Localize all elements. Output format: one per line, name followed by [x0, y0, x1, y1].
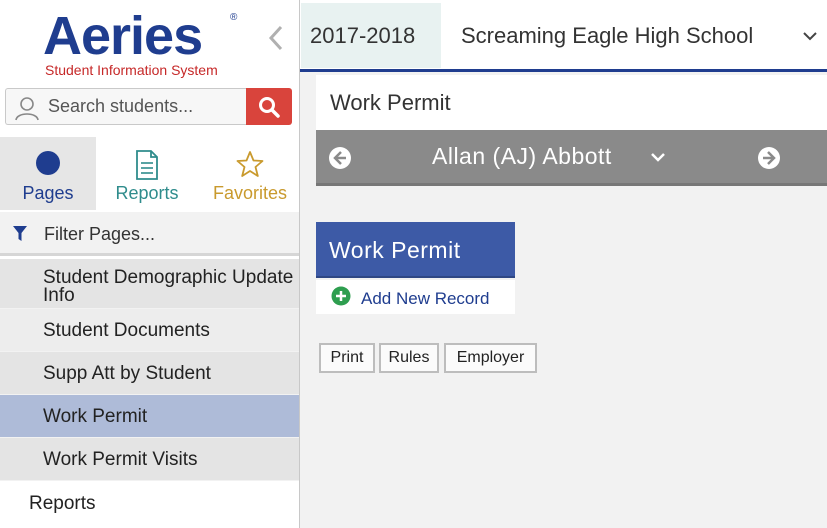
school-select[interactable]: Screaming Eagle High School — [461, 3, 827, 68]
top-bar: 2017-2018 Screaming Eagle High School — [300, 0, 827, 72]
funnel-icon — [13, 226, 27, 241]
employer-button[interactable]: Employer — [444, 343, 537, 373]
page-header: Work Permit — [316, 75, 827, 130]
search-icon — [259, 97, 280, 118]
tab-favorites-label: Favorites — [212, 183, 288, 203]
student-name[interactable]: Allan (AJ) Abbott — [432, 143, 612, 170]
collapse-sidebar-button[interactable] — [265, 22, 289, 54]
tab-reports-label: Reports — [115, 183, 179, 203]
nav-tabs: Pages Reports Favorites — [0, 137, 299, 210]
school-year-select[interactable]: 2017-2018 — [301, 3, 441, 68]
page-item-student-demographic-update-info[interactable]: Student Demographic Update Info — [0, 259, 299, 309]
filter-pages — [0, 212, 299, 256]
page-item-student-documents[interactable]: Student Documents — [0, 309, 299, 352]
star-icon — [236, 151, 264, 177]
logo: Aeries ® Student Information System — [0, 0, 299, 84]
previous-student-icon[interactable] — [328, 146, 352, 170]
sidebar: Aeries ® Student Information System Page… — [0, 0, 300, 528]
page-item-supp-att-by-student[interactable]: Supp Att by Student — [0, 352, 299, 395]
sidebar-item-reports[interactable]: Reports — [0, 481, 299, 528]
plus-circle-icon — [331, 286, 351, 306]
tab-pages-label: Pages — [22, 183, 74, 203]
chevron-down-icon[interactable] — [650, 152, 666, 164]
add-new-record-button[interactable]: Add New Record — [316, 280, 515, 314]
page-title: Work Permit — [330, 90, 451, 115]
school-name: Screaming Eagle High School — [461, 23, 754, 48]
logo-registered-mark: ® — [230, 12, 238, 23]
chevron-left-icon — [268, 25, 283, 51]
user-icon — [15, 97, 39, 121]
search-box — [5, 88, 246, 125]
circle-icon — [36, 151, 60, 175]
filter-pages-input[interactable] — [44, 212, 284, 256]
rules-button[interactable]: Rules — [379, 343, 439, 373]
tab-reports[interactable]: Reports — [98, 137, 196, 210]
search-input[interactable] — [48, 89, 243, 124]
search-button[interactable] — [246, 88, 292, 125]
student-navigation-bar: Allan (AJ) Abbott — [316, 130, 827, 186]
section-title: Work Permit — [329, 237, 461, 263]
document-icon — [136, 150, 158, 180]
tab-favorites[interactable]: Favorites — [200, 137, 299, 210]
chevron-down-icon[interactable] — [802, 30, 818, 42]
page-item-work-permit-visits[interactable]: Work Permit Visits — [0, 438, 299, 481]
tab-pages[interactable]: Pages — [0, 137, 96, 210]
print-button[interactable]: Print — [319, 343, 375, 373]
logo-wordmark: Aeries — [43, 6, 203, 66]
logo-tagline: Student Information System — [45, 62, 218, 78]
page-item-work-permit[interactable]: Work Permit — [0, 395, 299, 438]
add-new-record-label: Add New Record — [361, 289, 490, 308]
section-header: Work Permit — [316, 222, 515, 278]
next-student-icon[interactable] — [757, 146, 781, 170]
